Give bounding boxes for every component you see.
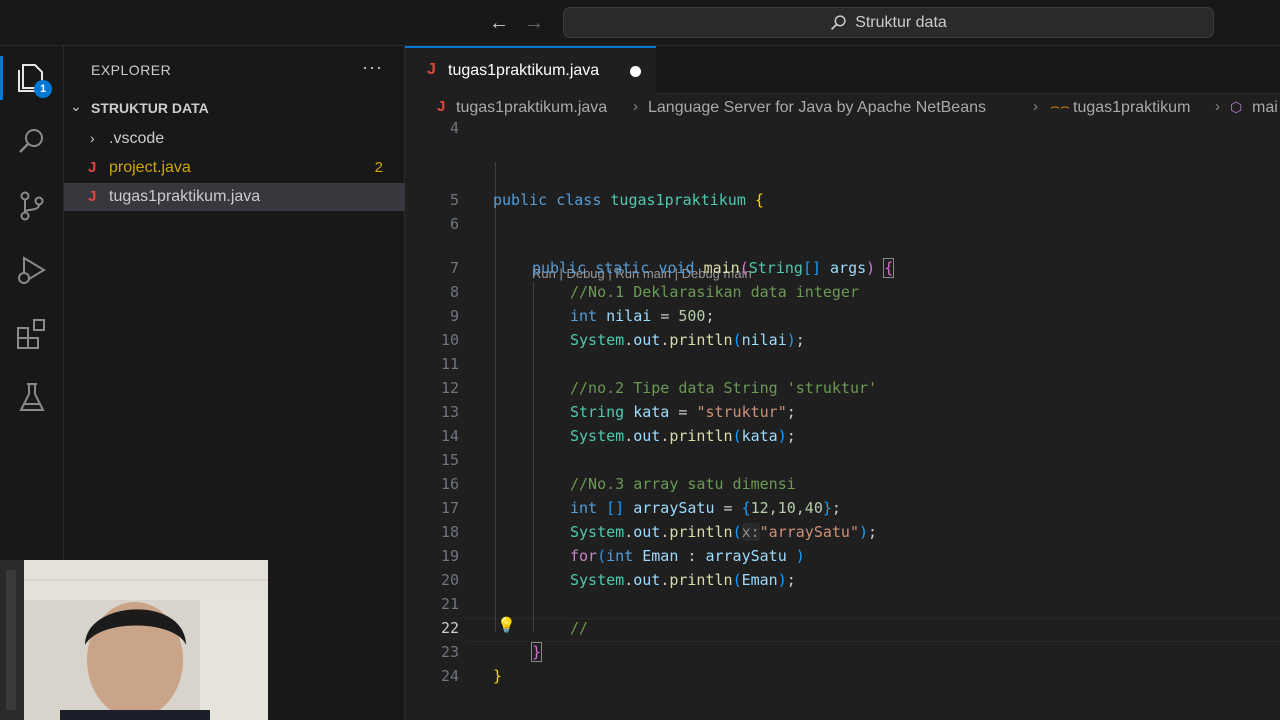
- inlay-hint: x:: [741, 523, 760, 541]
- line-number: 11: [440, 355, 459, 373]
- line-number: 24: [440, 667, 459, 685]
- tree-item-label: tugas1praktikum.java: [109, 188, 261, 205]
- code-line-18: System.out.println(x:"arraySatu");: [570, 523, 878, 541]
- source-control-icon[interactable]: [14, 188, 50, 224]
- code-line-9: int nilai = 500;: [570, 307, 715, 325]
- extensions-icon[interactable]: [14, 316, 50, 352]
- tree-item-label: project.java: [109, 159, 191, 176]
- indent-guide: [533, 282, 534, 632]
- code-line-22: //: [570, 619, 589, 637]
- tree-item-vscode[interactable]: › .vscode: [64, 125, 405, 153]
- class-symbol-icon: ⌢⌢: [1050, 98, 1070, 115]
- chevron-right-icon: ›: [633, 98, 638, 115]
- line-number: 5: [449, 191, 459, 209]
- tree-item-tugas1praktikum-java[interactable]: J tugas1praktikum.java: [64, 183, 405, 211]
- chevron-right-icon: ›: [90, 130, 95, 146]
- java-file-icon: J: [427, 61, 436, 78]
- line-number: 19: [440, 547, 459, 565]
- code-line-19: for(int Eman : arraySatu ): [570, 547, 805, 565]
- breadcrumb-language-server[interactable]: Language Server for Java by Apache NetBe…: [648, 99, 986, 117]
- editor-area: J tugas1praktikum.java J tugas1praktikum…: [405, 46, 1280, 720]
- webcam-person-image: [0, 560, 268, 720]
- line-number: 13: [440, 403, 459, 421]
- code-line-12: //no.2 Tipe data String 'struktur': [570, 379, 878, 397]
- code-line-17: int [] arraySatu = {12,10,40};: [570, 499, 841, 517]
- code-line-20: System.out.println(Eman);: [570, 571, 796, 589]
- breadcrumb-method[interactable]: mai: [1252, 99, 1278, 117]
- code-line-8: //No.1 Deklarasikan data integer: [570, 283, 859, 301]
- code-line-24: }: [493, 667, 503, 685]
- code-line-7: public static void main(String[] args) {: [532, 258, 895, 278]
- breadcrumb-file[interactable]: tugas1praktikum.java: [456, 99, 607, 117]
- tree-item-label: .vscode: [109, 130, 165, 147]
- webcam-overlay: [0, 560, 268, 720]
- line-number: 9: [449, 307, 459, 325]
- tab-tugas1praktikum-java[interactable]: J tugas1praktikum.java: [405, 46, 656, 94]
- method-cube-icon: ⬡: [1230, 99, 1243, 115]
- code-line-13: String kata = "struktur";: [570, 403, 796, 421]
- testing-flask-icon[interactable]: [14, 380, 50, 416]
- breadcrumb: J tugas1praktikum.java › Language Server…: [405, 94, 1280, 122]
- sidebar-title: EXPLORER: [91, 62, 172, 78]
- title-bar: ← → Struktur data: [0, 0, 1280, 46]
- folder-name: STRUKTUR DATA: [91, 100, 209, 116]
- unsaved-dot-icon[interactable]: [630, 66, 641, 77]
- problem-count-badge: 2: [374, 159, 383, 176]
- line-number: 20: [440, 571, 459, 589]
- line-number: 23: [440, 643, 459, 661]
- line-number: 7: [449, 259, 459, 277]
- code-line-23: }: [530, 642, 543, 662]
- chevron-right-icon: ›: [1033, 98, 1038, 115]
- code-line-10: System.out.println(nilai);: [570, 331, 805, 349]
- line-number: 12: [440, 379, 459, 397]
- line-number: 16: [440, 475, 459, 493]
- tab-strip: J tugas1praktikum.java: [405, 46, 1280, 94]
- lightbulb-icon[interactable]: 💡: [497, 616, 516, 634]
- line-number: 8: [449, 283, 459, 301]
- workspace-folder[interactable]: ⌄ STRUKTUR DATA: [64, 96, 405, 120]
- code-line-14: System.out.println(kata);: [570, 427, 796, 445]
- more-actions-icon[interactable]: ···: [362, 57, 383, 78]
- tree-item-project-java[interactable]: J project.java 2: [64, 154, 405, 182]
- line-number: 21: [440, 595, 459, 613]
- java-file-icon: J: [437, 98, 446, 115]
- line-number: 4: [449, 119, 459, 137]
- breadcrumb-class[interactable]: tugas1praktikum: [1073, 99, 1190, 117]
- command-center-label: Struktur data: [855, 13, 947, 31]
- back-arrow-icon[interactable]: ←: [486, 10, 512, 36]
- explorer-badge: 1: [34, 80, 52, 98]
- chevron-down-icon: ⌄: [70, 98, 82, 114]
- run-debug-icon[interactable]: [14, 252, 50, 288]
- line-number: 10: [440, 331, 459, 349]
- line-number: 15: [440, 451, 459, 469]
- indent-guide: [495, 162, 496, 632]
- command-center-search[interactable]: Struktur data: [563, 7, 1214, 38]
- line-number-active: 22: [440, 619, 459, 637]
- search-icon[interactable]: [14, 124, 50, 160]
- line-number: 17: [440, 499, 459, 517]
- explorer-icon[interactable]: 1: [0, 56, 52, 100]
- forward-arrow-icon[interactable]: →: [521, 10, 547, 36]
- chevron-right-icon: ›: [1215, 98, 1220, 115]
- code-line-5: public class tugas1praktikum {: [493, 191, 764, 209]
- java-file-icon: J: [88, 159, 97, 176]
- code-editor[interactable]: 4 5 6 7 8 9 10 11 12 13 14 15 16 17 18 1…: [405, 119, 1280, 712]
- tab-label: tugas1praktikum.java: [448, 62, 600, 79]
- line-number: 14: [440, 427, 459, 445]
- search-icon: [831, 15, 846, 31]
- line-number: 6: [449, 215, 459, 233]
- java-file-icon: J: [88, 188, 97, 205]
- code-line-16: //No.3 array satu dimensi: [570, 475, 796, 493]
- line-number: 18: [440, 523, 459, 541]
